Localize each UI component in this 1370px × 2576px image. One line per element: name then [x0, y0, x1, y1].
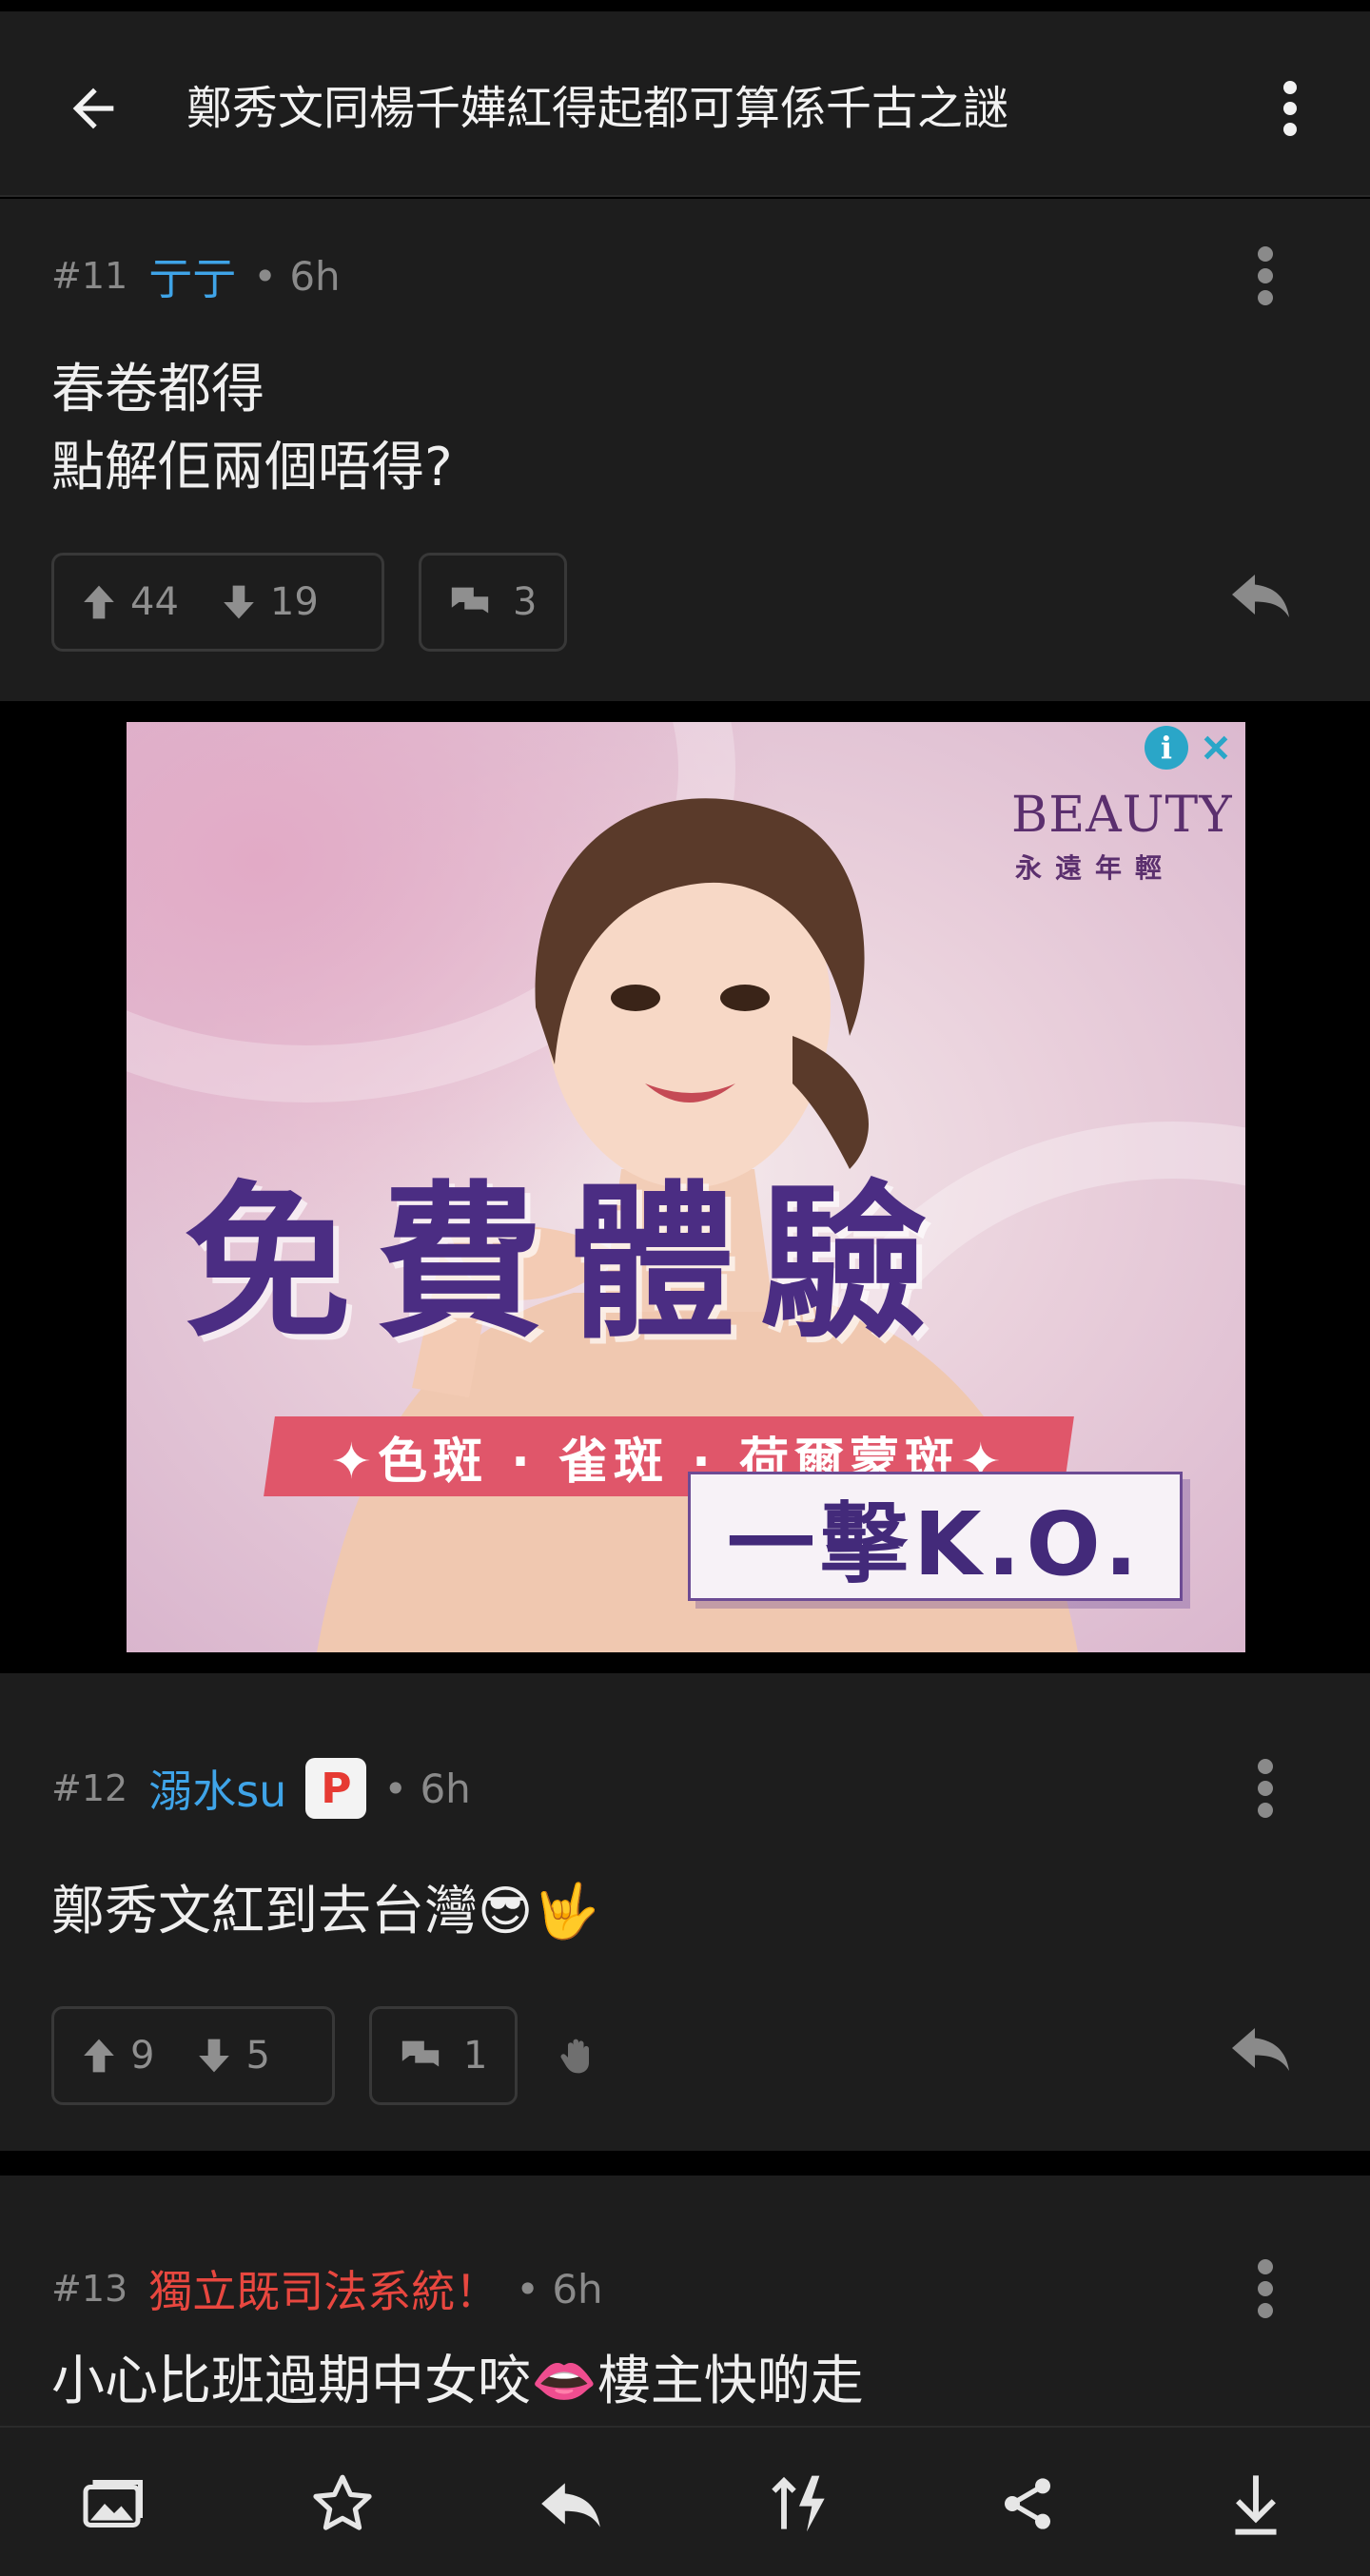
post-header: #12 溺水su P • 6h: [51, 1755, 471, 1822]
reply-icon: [1232, 2028, 1289, 2071]
post-body-line: 小心比班過期中女咬👄樓主快啲走: [51, 2351, 864, 2412]
upvote-count: 44: [130, 580, 179, 624]
back-button[interactable]: [55, 70, 131, 146]
reply-icon: [541, 2483, 600, 2527]
author-name[interactable]: 獨立既司法系統！: [148, 2257, 499, 2320]
downvote-count: 19: [269, 580, 319, 624]
post-header: #11 亍亍 • 6h: [51, 243, 341, 309]
post-body: 小心比班過期中女咬👄樓主快啲走: [51, 2343, 864, 2421]
ad-headline: 免費體驗: [184, 1166, 953, 1361]
floor-number: #13: [51, 2268, 128, 2310]
downvote-button[interactable]: 5: [196, 2034, 270, 2078]
comments-button[interactable]: 3: [419, 553, 567, 652]
downvote-count: 5: [245, 2034, 270, 2078]
post-menu-button[interactable]: [1227, 2251, 1303, 2327]
comment-count: 3: [513, 580, 538, 624]
star-icon: [313, 2474, 372, 2530]
ad-brand-logo: BEAUTY 永遠年輕: [1011, 779, 1232, 893]
upvote-count: 9: [130, 2034, 155, 2078]
post-body-line: 春卷都得: [51, 359, 264, 420]
top-app-bar: 鄭秀文同楊千嬅紅得起都可算係千古之謎: [0, 11, 1370, 197]
post-body: 春卷都得 點解佢兩個唔得?: [51, 351, 453, 507]
reply-icon: [1232, 575, 1289, 617]
close-icon: [1204, 735, 1228, 760]
download-icon: [1235, 2475, 1277, 2535]
comment-count: 1: [463, 2034, 488, 2078]
sort-lightning-icon: [772, 2475, 825, 2532]
more-vertical-icon: [1258, 246, 1273, 305]
sort-button[interactable]: [752, 2456, 847, 2551]
ad-brand-name: BEAUTY: [1011, 787, 1233, 844]
arrow-up-icon: [84, 585, 114, 619]
thread-title: 鄭秀文同楊千嬅紅得起都可算係千古之謎: [186, 82, 1009, 135]
status-strip: [0, 0, 1370, 11]
post-body-line: 點解佢兩個唔得?: [51, 437, 453, 498]
comments-button[interactable]: 1: [369, 2006, 518, 2105]
more-vertical-icon: [1258, 1759, 1273, 1818]
post-body: 鄭秀文紅到去台灣😎🤟: [51, 1873, 599, 1951]
ad-info-button[interactable]: i: [1145, 726, 1188, 770]
reply-button[interactable]: [1218, 2010, 1303, 2086]
share-button[interactable]: [980, 2456, 1075, 2551]
post-menu-button[interactable]: [1227, 238, 1303, 314]
post-12: #12 溺水su P • 6h 鄭秀文紅到去台灣😎🤟 9 5 1: [0, 1673, 1370, 2151]
ad-container: i BEAUTY 永遠年輕 免費體驗 ✦色斑 · 雀斑 · 荷爾蒙斑✦ 一擊K.…: [0, 701, 1370, 1673]
hand-icon: [560, 2039, 589, 2074]
arrow-down-icon: [199, 2039, 230, 2073]
thread-menu-button[interactable]: [1252, 70, 1328, 146]
more-vertical-icon: [1258, 2259, 1273, 2318]
ad-tagline: 一擊K.O.: [688, 1472, 1183, 1601]
vote-box: 9 5: [51, 2006, 335, 2105]
post-menu-button[interactable]: [1227, 1750, 1303, 1826]
ad-close-button[interactable]: [1192, 726, 1240, 770]
premium-badge: P: [305, 1758, 367, 1819]
downvote-button[interactable]: 19: [221, 580, 319, 624]
ad-brand-sub: 永遠年輕: [1015, 852, 1176, 884]
comments-icon: [451, 587, 489, 614]
share-icon: [1005, 2478, 1050, 2529]
post-body-line: 鄭秀文紅到去台灣😎🤟: [51, 1881, 600, 1942]
author-name[interactable]: 亍亍: [148, 244, 236, 307]
post-time: • 6h: [253, 252, 341, 300]
bottom-toolbar: [0, 2426, 1370, 2576]
more-vertical-icon: [1283, 81, 1297, 136]
ad-banner[interactable]: i BEAUTY 永遠年輕 免費體驗 ✦色斑 · 雀斑 · 荷爾蒙斑✦ 一擊K.…: [127, 722, 1245, 1652]
upvote-button[interactable]: 44: [81, 580, 179, 624]
block-button[interactable]: [550, 2027, 607, 2084]
post-time: • 6h: [516, 2265, 603, 2313]
image-gallery-button[interactable]: [67, 2456, 162, 2551]
reply-thread-button[interactable]: [523, 2456, 618, 2551]
upvote-button[interactable]: 9: [81, 2034, 154, 2078]
floor-number: #11: [51, 255, 128, 297]
vote-box: 44 19: [51, 553, 384, 652]
comments-icon: [401, 2040, 440, 2067]
scroll-to-bottom-button[interactable]: [1208, 2456, 1303, 2551]
post-header: #13 獨立既司法系統！ • 6h: [51, 2255, 603, 2322]
arrow-left-icon: [72, 88, 114, 129]
arrow-down-icon: [224, 585, 254, 619]
post-11: #11 亍亍 • 6h 春卷都得 點解佢兩個唔得? 44 19 3: [0, 199, 1370, 701]
author-name[interactable]: 溺水su: [148, 1757, 286, 1820]
bookmark-button[interactable]: [295, 2456, 390, 2551]
image-gallery-icon: [83, 2480, 143, 2527]
floor-number: #12: [51, 1767, 128, 1809]
post-time: • 6h: [383, 1765, 471, 1812]
post-13: #13 獨立既司法系統！ • 6h 小心比班過期中女咬👄樓主快啲走: [0, 2176, 1370, 2426]
reply-button[interactable]: [1218, 556, 1303, 633]
arrow-up-icon: [84, 2039, 114, 2073]
